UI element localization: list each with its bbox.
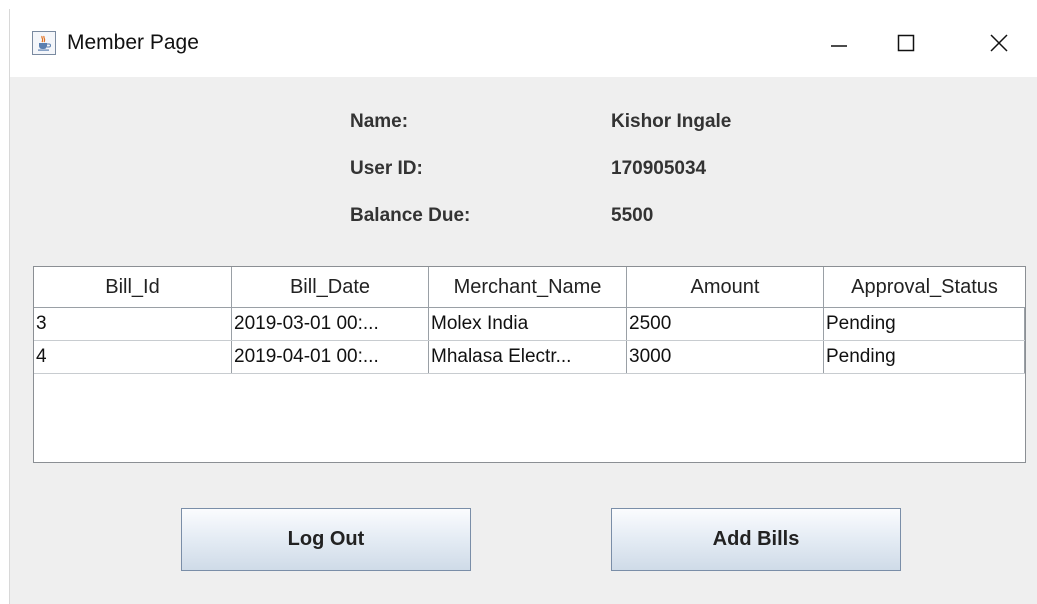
cell-bill-date[interactable]: 2019-03-01 00:... (232, 308, 429, 340)
bills-table[interactable]: Bill_Id Bill_Date Merchant_Name Amount A… (33, 266, 1026, 463)
cell-approval-status[interactable]: Pending (824, 341, 1025, 373)
name-value: Kishor Ingale (611, 111, 732, 132)
column-header-approval-status[interactable]: Approval_Status (824, 267, 1025, 307)
column-header-bill-date[interactable]: Bill_Date (232, 267, 429, 307)
java-cup-icon (32, 31, 56, 55)
balance-due-value: 5500 (611, 205, 654, 226)
close-icon (990, 34, 1008, 52)
user-id-label: User ID: (350, 158, 423, 179)
title-bar[interactable]: Member Page (10, 9, 1037, 77)
cell-bill-id[interactable]: 4 (34, 341, 232, 373)
minimize-icon (831, 45, 847, 47)
minimize-button[interactable] (816, 23, 862, 63)
user-id-value: 170905034 (611, 158, 707, 179)
table-header: Bill_Id Bill_Date Merchant_Name Amount A… (34, 267, 1025, 308)
member-page-window: Member Page Name: Kishor Ingale User ID:… (9, 9, 1037, 604)
maximize-icon (897, 34, 915, 52)
cell-merchant-name[interactable]: Molex India (429, 308, 627, 340)
column-header-bill-id[interactable]: Bill_Id (34, 267, 232, 307)
window-title: Member Page (67, 31, 199, 54)
cell-bill-date[interactable]: 2019-04-01 00:... (232, 341, 429, 373)
column-header-amount[interactable]: Amount (627, 267, 824, 307)
close-button[interactable] (976, 23, 1022, 63)
maximize-button[interactable] (883, 23, 929, 63)
cell-amount[interactable]: 3000 (627, 341, 824, 373)
add-bills-button[interactable]: Add Bills (611, 508, 901, 571)
cell-merchant-name[interactable]: Mhalasa Electr... (429, 341, 627, 373)
column-header-merchant-name[interactable]: Merchant_Name (429, 267, 627, 307)
cell-amount[interactable]: 2500 (627, 308, 824, 340)
log-out-button[interactable]: Log Out (181, 508, 471, 571)
cell-approval-status[interactable]: Pending (824, 308, 1025, 340)
cell-bill-id[interactable]: 3 (34, 308, 232, 340)
name-label: Name: (350, 111, 409, 132)
balance-due-label: Balance Due: (350, 205, 471, 226)
table-row[interactable]: 3 2019-03-01 00:... Molex India 2500 Pen… (34, 308, 1025, 341)
table-row[interactable]: 4 2019-04-01 00:... Mhalasa Electr... 30… (34, 341, 1025, 374)
content-panel: Name: Kishor Ingale User ID: 170905034 B… (10, 77, 1037, 604)
